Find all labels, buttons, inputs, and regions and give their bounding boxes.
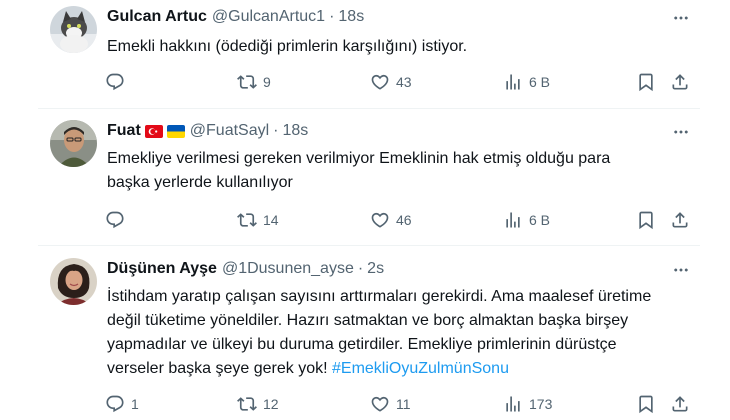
avatar[interactable]: [50, 258, 97, 305]
timestamp[interactable]: 18s: [338, 8, 364, 26]
divider: [38, 245, 700, 246]
divider: [38, 108, 700, 109]
like-icon: [370, 72, 390, 92]
like-count: 11: [396, 396, 411, 412]
share-button[interactable]: [670, 71, 690, 93]
reply-icon: [105, 72, 125, 92]
views-icon: [503, 394, 523, 414]
like-count: 43: [396, 74, 412, 90]
tweet-text-content: Emekli hakkını (ödediği primlerin karşıl…: [107, 38, 468, 55]
share-icon: [670, 210, 690, 230]
reply-button[interactable]: [105, 71, 131, 93]
more-icon[interactable]: [670, 7, 692, 29]
view-count: 6 B: [529, 74, 551, 90]
turkey-flag-icon: [144, 124, 163, 138]
tweet-text: Emekliye verilmesi gereken verilmiyor Em…: [107, 147, 652, 195]
bookmark-icon: [636, 210, 656, 230]
view-count: 6 B: [529, 212, 551, 228]
like-count: 46: [396, 212, 412, 228]
share-icon: [670, 394, 690, 414]
tweet-text-content: Emekliye verilmesi gereken verilmiyor Em…: [107, 150, 611, 191]
more-icon[interactable]: [670, 121, 692, 143]
retweet-icon: [237, 72, 257, 92]
views-icon: [503, 210, 523, 230]
timestamp[interactable]: 18s: [283, 122, 309, 140]
tweet-text: Emekli hakkını (ödediği primlerin karşıl…: [107, 35, 667, 59]
ukraine-flag-icon: [166, 124, 185, 138]
views-button[interactable]: 6 B: [503, 71, 550, 93]
retweet-count: 14: [263, 212, 279, 228]
separator-dot: ·: [357, 260, 364, 277]
share-button[interactable]: [670, 393, 690, 415]
reply-count: 1: [131, 396, 139, 412]
reply-icon: [105, 394, 125, 414]
bookmark-icon: [636, 394, 656, 414]
tweet-text: İstihdam yaratıp çalışan sayısını arttır…: [107, 285, 655, 381]
share-icon: [670, 72, 690, 92]
reply-button[interactable]: [105, 209, 131, 231]
user-handle[interactable]: @FuatSayl: [190, 122, 269, 140]
like-icon: [370, 394, 390, 414]
retweet-button[interactable]: 9: [237, 71, 271, 93]
timestamp[interactable]: 2s: [367, 260, 384, 278]
share-button[interactable]: [670, 209, 690, 231]
separator-dot: ·: [273, 122, 279, 139]
like-button[interactable]: 46: [370, 209, 412, 231]
views-icon: [503, 72, 523, 92]
reply-button[interactable]: 1: [105, 393, 139, 415]
bookmark-button[interactable]: [636, 209, 656, 231]
retweet-count: 9: [263, 74, 271, 90]
view-count: 173: [529, 396, 553, 412]
bookmark-button[interactable]: [636, 393, 656, 415]
user-handle[interactable]: @GulcanArtuc1: [212, 8, 325, 26]
display-name[interactable]: Düşünen Ayşe: [107, 260, 217, 278]
user-handle[interactable]: @1Dusunen_ayse: [222, 260, 354, 278]
display-name[interactable]: Gulcan Artuc: [107, 8, 207, 26]
separator-dot: ·: [329, 8, 335, 25]
retweet-count: 12: [263, 396, 279, 412]
views-button[interactable]: 6 B: [503, 209, 550, 231]
like-icon: [370, 210, 390, 230]
views-button[interactable]: 173: [503, 393, 552, 415]
avatar[interactable]: [50, 120, 97, 167]
bookmark-button[interactable]: [636, 71, 656, 93]
retweet-button[interactable]: 14: [237, 209, 279, 231]
retweet-icon: [237, 210, 257, 230]
retweet-icon: [237, 394, 257, 414]
like-button[interactable]: 43: [370, 71, 412, 93]
hashtag-link[interactable]: #EmekliOyuZulmünSonu: [332, 360, 509, 377]
like-button[interactable]: 11: [370, 393, 411, 415]
reply-icon: [105, 210, 125, 230]
avatar[interactable]: [50, 6, 97, 53]
more-icon[interactable]: [670, 259, 692, 281]
bookmark-icon: [636, 72, 656, 92]
retweet-button[interactable]: 12: [237, 393, 279, 415]
display-name[interactable]: Fuat: [107, 122, 141, 140]
